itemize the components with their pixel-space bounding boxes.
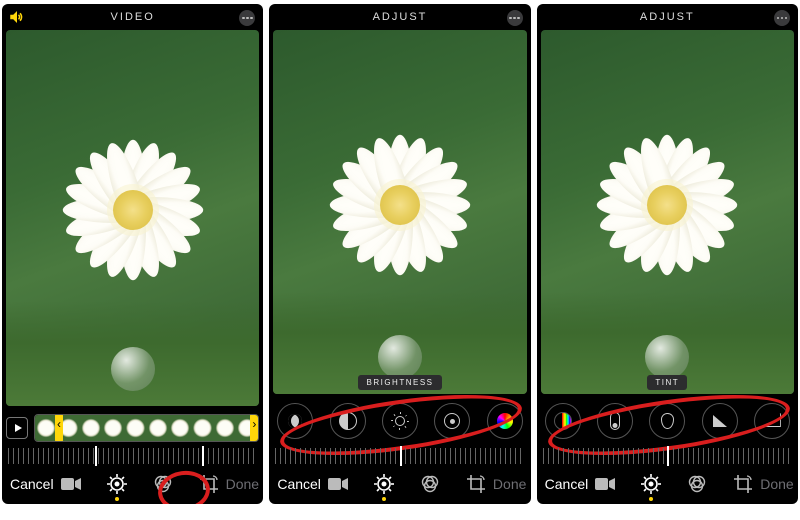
scrubber-ticks[interactable] bbox=[8, 448, 257, 464]
media-preview[interactable] bbox=[6, 30, 259, 406]
adjust-tools-row[interactable] bbox=[537, 398, 798, 444]
editor-screen-2: ADJUST BRIGHTNESS Cancel Done bbox=[269, 4, 530, 504]
cancel-button[interactable]: Cancel bbox=[277, 476, 321, 492]
sound-icon[interactable] bbox=[8, 8, 26, 26]
cancel-button[interactable]: Cancel bbox=[10, 476, 54, 492]
vibrance-icon[interactable] bbox=[545, 403, 581, 439]
adjust-slider[interactable] bbox=[275, 448, 524, 464]
bottom-toolbar: Cancel Done bbox=[269, 464, 530, 504]
video-tab-icon[interactable] bbox=[594, 473, 616, 495]
filmstrip[interactable] bbox=[34, 414, 259, 442]
filters-tab-icon[interactable] bbox=[152, 473, 174, 495]
adjust-tab-icon[interactable] bbox=[106, 473, 128, 495]
adjust-label: BRIGHTNESS bbox=[358, 375, 441, 390]
bottom-toolbar: Cancel Done bbox=[2, 464, 263, 504]
more-icon[interactable] bbox=[239, 10, 255, 26]
crop-tab-icon[interactable] bbox=[198, 473, 220, 495]
saturation-icon[interactable] bbox=[487, 403, 523, 439]
filters-tab-icon[interactable] bbox=[419, 473, 441, 495]
cancel-button[interactable]: Cancel bbox=[545, 476, 589, 492]
adjust-slider[interactable] bbox=[543, 448, 792, 464]
crop-tab-icon[interactable] bbox=[465, 473, 487, 495]
contrast-icon[interactable] bbox=[330, 403, 366, 439]
media-preview[interactable]: BRIGHTNESS bbox=[273, 30, 526, 394]
done-button[interactable]: Done bbox=[760, 476, 793, 492]
done-button[interactable]: Done bbox=[493, 476, 526, 492]
sharpness-icon[interactable] bbox=[702, 403, 738, 439]
more-icon[interactable] bbox=[774, 10, 790, 26]
brightness-icon[interactable] bbox=[382, 403, 418, 439]
exposure-icon[interactable] bbox=[277, 403, 313, 439]
definition-icon[interactable] bbox=[754, 403, 790, 439]
bottom-toolbar: Cancel Done bbox=[537, 464, 798, 504]
trim-start-handle[interactable] bbox=[55, 414, 63, 442]
tint-icon[interactable] bbox=[649, 403, 685, 439]
more-icon[interactable] bbox=[507, 10, 523, 26]
video-timeline[interactable] bbox=[6, 412, 259, 444]
adjust-tab-icon[interactable] bbox=[373, 473, 395, 495]
adjust-tools-row[interactable] bbox=[269, 398, 530, 444]
done-button[interactable]: Done bbox=[226, 476, 259, 492]
play-button[interactable] bbox=[6, 417, 28, 439]
blackpoint-icon[interactable] bbox=[434, 403, 470, 439]
editor-screen-1: VIDEO Cancel Done bbox=[2, 4, 263, 504]
mode-title: ADJUST bbox=[640, 11, 695, 23]
editor-screen-3: ADJUST TINT Cancel Done bbox=[537, 4, 798, 504]
trim-end-handle[interactable] bbox=[250, 414, 258, 442]
adjust-label: TINT bbox=[647, 375, 687, 390]
media-preview[interactable]: TINT bbox=[541, 30, 794, 394]
video-tab-icon[interactable] bbox=[60, 473, 82, 495]
video-tab-icon[interactable] bbox=[327, 473, 349, 495]
mode-title: VIDEO bbox=[111, 11, 155, 23]
adjust-tab-icon[interactable] bbox=[640, 473, 662, 495]
crop-tab-icon[interactable] bbox=[732, 473, 754, 495]
warmth-icon[interactable] bbox=[597, 403, 633, 439]
filters-tab-icon[interactable] bbox=[686, 473, 708, 495]
mode-title: ADJUST bbox=[373, 11, 428, 23]
